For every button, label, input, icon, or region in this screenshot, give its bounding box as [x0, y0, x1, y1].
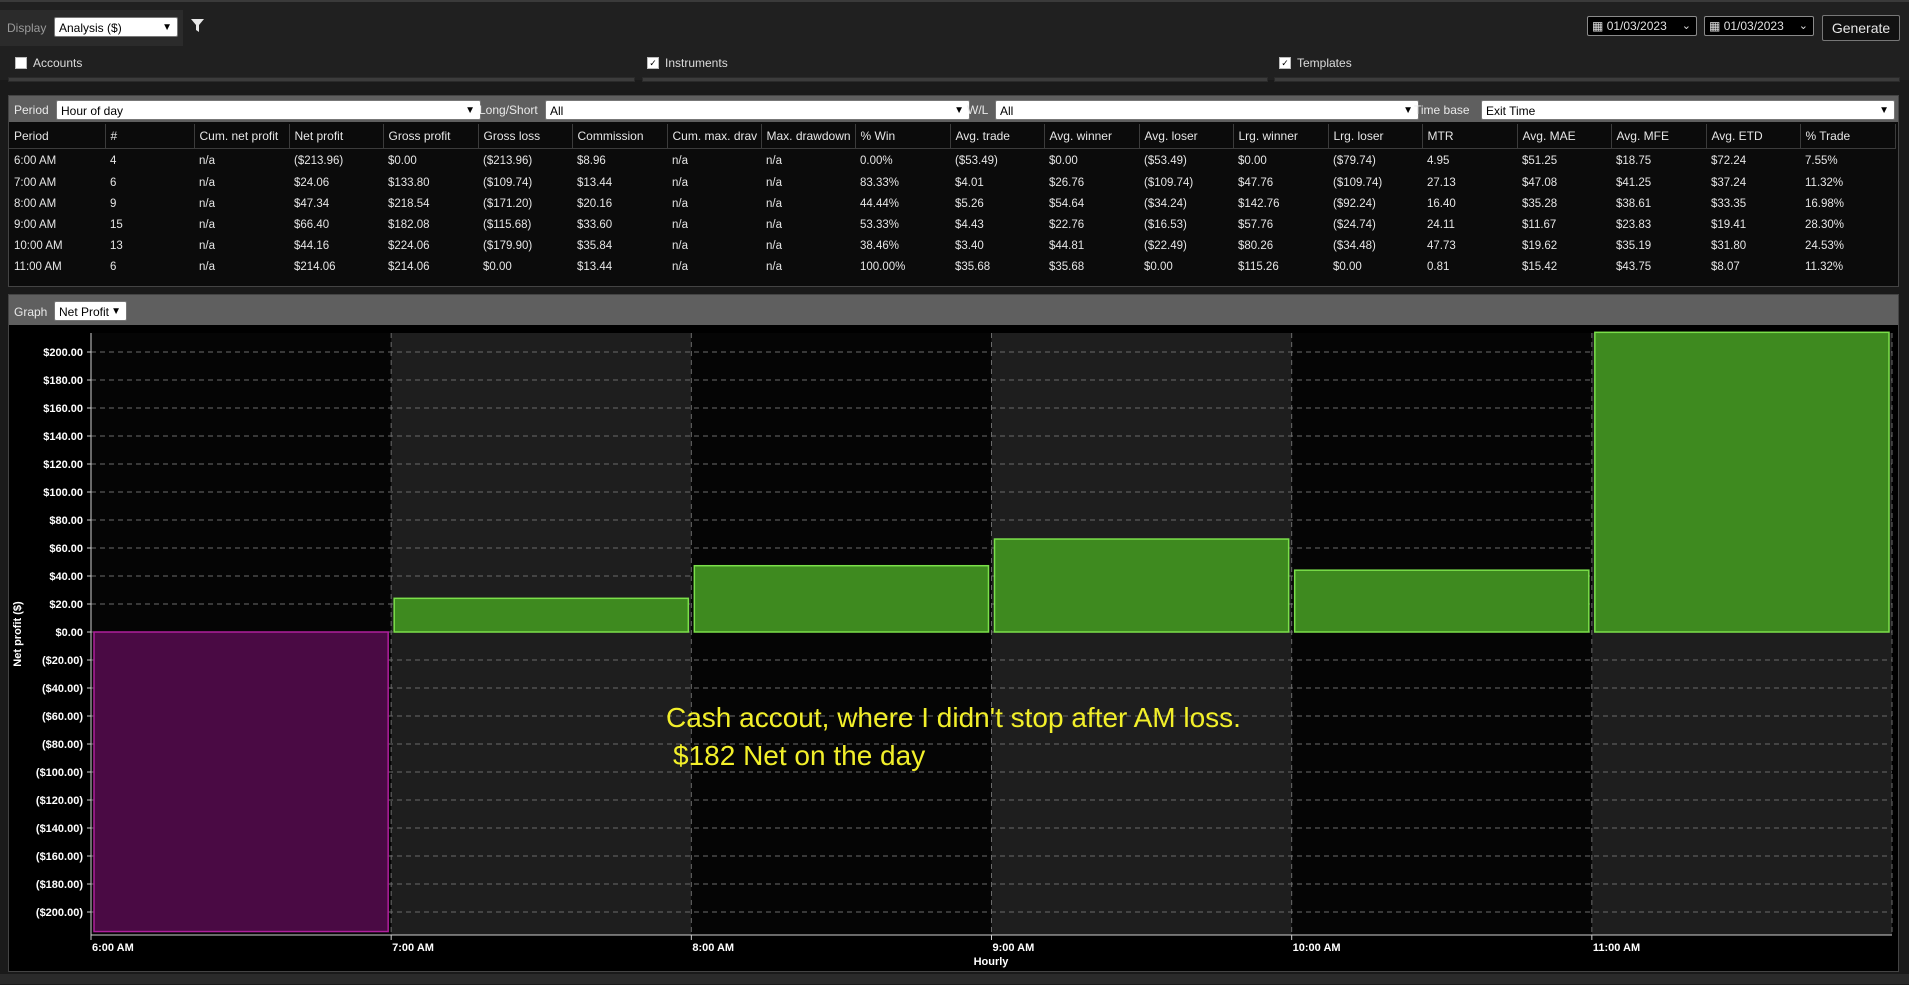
y-tick-label: ($140.00) — [36, 823, 83, 835]
x-tick-label: 6:00 AM — [92, 942, 134, 954]
y-tick-label: $200.00 — [43, 347, 83, 359]
y-tick-label: $20.00 — [49, 599, 83, 611]
y-tick-label: $40.00 — [49, 571, 83, 583]
y-tick-label: $180.00 — [43, 375, 83, 387]
y-tick-label: $120.00 — [43, 459, 83, 471]
bar-11-00-am[interactable] — [1594, 331, 1890, 633]
x-tick-label: 11:00 AM — [1593, 942, 1640, 954]
graph-panel: Graph Net Profit ▼ $200.00 $180.00 $160.00 $… — [8, 294, 1899, 972]
y-tick-label: ($160.00) — [36, 851, 83, 863]
bar-8-00-am[interactable] — [693, 564, 990, 633]
y-tick-label: ($180.00) — [36, 879, 83, 891]
plot-band — [991, 333, 1292, 935]
y-tick-label: ($100.00) — [36, 767, 83, 779]
x-axis-label: Hourly — [974, 956, 1010, 968]
y-tick-label: ($120.00) — [36, 795, 83, 807]
x-tick-label: 9:00 AM — [993, 942, 1035, 954]
bar-9-00-am[interactable] — [993, 538, 1290, 633]
y-tick-label: ($80.00) — [42, 739, 83, 751]
y-tick-label: $0.00 — [55, 627, 83, 639]
bottom-strip — [0, 974, 1909, 984]
x-tick-label: 7:00 AM — [392, 942, 434, 954]
annotation-line-2: $182 Net on the day — [673, 740, 925, 771]
y-tick-label: ($40.00) — [42, 683, 83, 695]
y-tick-label: $80.00 — [49, 515, 83, 527]
y-tick-label: $100.00 — [43, 487, 83, 499]
plot-band — [691, 333, 992, 935]
y-tick-label: ($60.00) — [42, 711, 83, 723]
y-tick-label: $140.00 — [43, 431, 83, 443]
plot-band — [391, 333, 692, 935]
y-tick-label: ($200.00) — [36, 907, 83, 919]
y-tick-label: $160.00 — [43, 403, 83, 415]
bar-10-00-am[interactable] — [1293, 569, 1590, 633]
y-tick-label: ($20.00) — [42, 655, 83, 667]
bar-6-00-am[interactable] — [93, 631, 389, 933]
x-tick-label: 10:00 AM — [1293, 942, 1341, 954]
bar-7-00-am[interactable] — [393, 597, 690, 633]
plot-band — [1291, 333, 1592, 935]
y-tick-label: $60.00 — [49, 543, 83, 555]
x-tick-label: 8:00 AM — [692, 942, 734, 954]
net-profit-chart: $200.00 $180.00 $160.00 $140.00 $120.00 $100.… — [12, 331, 1893, 968]
y-axis-label: Net profit ($) — [12, 601, 24, 667]
annotation-line-1: Cash accout, where I didn't stop after A… — [666, 702, 1241, 733]
